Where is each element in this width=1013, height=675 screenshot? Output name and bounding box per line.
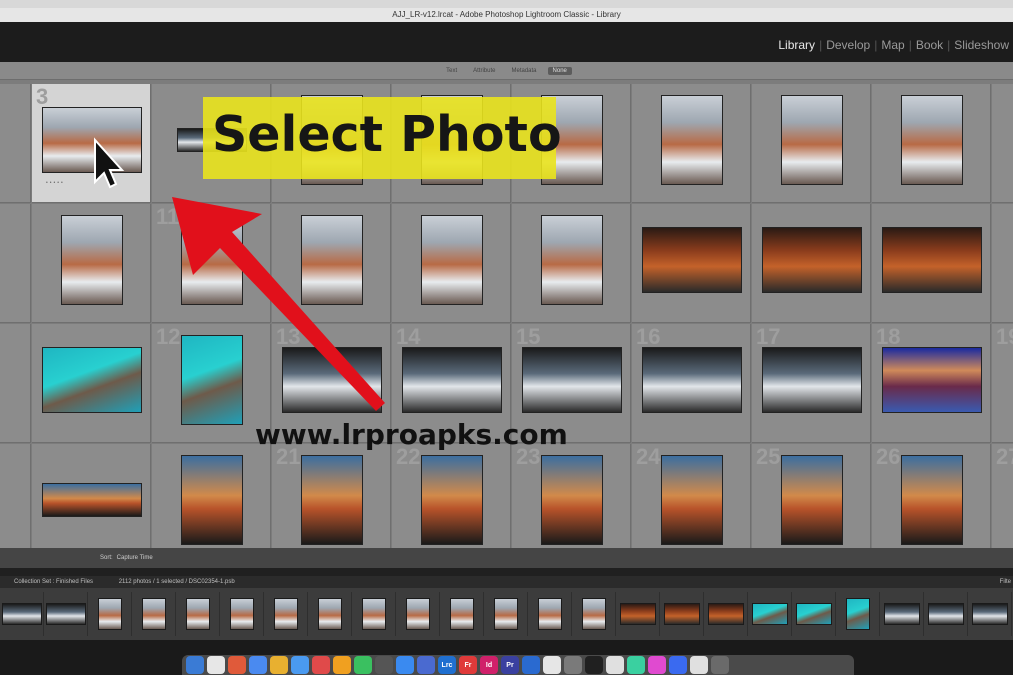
mouse-cursor-icon: [94, 137, 125, 189]
screen: AJJ_LR-v12.lrcat - Adobe Photoshop Light…: [0, 0, 1013, 675]
